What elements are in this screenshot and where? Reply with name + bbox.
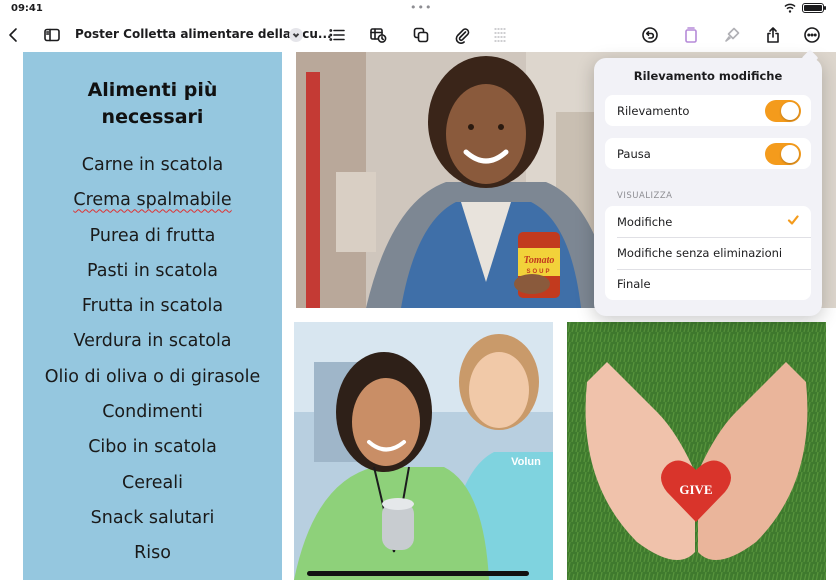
list-item: Verdura in scatola: [73, 331, 232, 352]
heart-text: GIVE: [679, 482, 712, 497]
format-button[interactable]: [680, 24, 702, 46]
insert-table-button[interactable]: [367, 24, 389, 46]
title-menu-button[interactable]: [289, 28, 303, 42]
chevron-down-icon: [292, 33, 300, 38]
track-changes-popover: Rilevamento modifiche Rilevamento Pausa …: [594, 58, 822, 316]
photo-volunteers[interactable]: Volun: [294, 322, 553, 580]
table-clock-icon: [370, 28, 387, 43]
share-icon: [767, 27, 779, 43]
status-icons: [784, 3, 826, 13]
more-button[interactable]: [801, 24, 823, 46]
shapes-icon: [413, 27, 429, 43]
list-item: Purea di frutta: [89, 225, 216, 246]
tracking-toggle[interactable]: [765, 99, 801, 122]
attach-button[interactable]: [451, 24, 473, 46]
popover-title: Rilevamento modifiche: [633, 69, 783, 83]
home-indicator[interactable]: [307, 571, 529, 576]
brush-button[interactable]: [721, 24, 743, 46]
list-item: Pasti in scatola: [86, 260, 219, 281]
pause-label: Pausa: [617, 146, 651, 161]
view-option-markup[interactable]: Modifiche: [605, 206, 811, 237]
toolbar: Poster Colletta alimentare della scu...: [0, 18, 836, 52]
view-option-final[interactable]: Finale: [605, 268, 811, 300]
list-item: Snack salutari: [90, 507, 215, 528]
list-item: Cibo in scatola: [88, 437, 217, 458]
insert-shape-button[interactable]: [410, 24, 432, 46]
misspelled-text[interactable]: Crema spalmabile: [73, 190, 231, 210]
sidebar-icon: [44, 28, 60, 42]
photo-hands-heart[interactable]: GIVE: [567, 322, 826, 580]
brush-icon: [725, 27, 740, 42]
list-item: Condimenti: [102, 402, 203, 423]
poster-title[interactable]: Alimenti più necessari: [23, 77, 282, 131]
chevron-left-icon: [9, 28, 17, 42]
undo-button[interactable]: [639, 24, 661, 46]
pause-toggle[interactable]: [765, 142, 801, 165]
status-bar: 09:41 •••: [0, 0, 836, 18]
list-button[interactable]: [326, 24, 348, 46]
can-label: Tomato: [524, 255, 555, 266]
view-section-label: VISUALIZZA: [617, 191, 673, 201]
tracking-row: Rilevamento: [605, 95, 811, 126]
list-icon: [329, 29, 345, 41]
share-button[interactable]: [762, 24, 784, 46]
shirt-text: Volun: [511, 456, 541, 468]
back-button[interactable]: [3, 24, 25, 46]
tracking-label: Rilevamento: [617, 103, 690, 118]
view-option-no-deletions[interactable]: Modifiche senza eliminazioni: [605, 237, 811, 268]
format-panel-icon: [685, 27, 697, 43]
undo-circle-icon: [642, 27, 658, 43]
paperclip-icon: [455, 28, 470, 44]
status-time: 09:41: [11, 3, 43, 14]
list-item: Crema spalmabile: [23, 183, 282, 218]
multitasking-dots[interactable]: •••: [410, 1, 432, 14]
list-item: Riso: [134, 543, 171, 564]
food-list[interactable]: Carne in scatola Crema spalmabile Purea …: [23, 148, 282, 572]
list-item: Olio di oliva o di girasole: [44, 366, 261, 387]
view-options: Modifiche Modifiche senza eliminazioni F…: [605, 206, 811, 300]
pause-row: Pausa: [605, 138, 811, 169]
wifi-icon: [784, 3, 796, 13]
list-item: Carne in scatola: [81, 155, 224, 175]
dot-grid-icon: [494, 28, 508, 42]
battery-icon: [802, 3, 826, 13]
list-item: Frutta in scatola: [81, 296, 224, 317]
sidebar-button[interactable]: [41, 24, 63, 46]
ellipsis-circle-icon: [804, 27, 820, 43]
grid-button[interactable]: [490, 24, 512, 46]
list-item: Cereali: [121, 472, 183, 493]
checkmark-icon: [787, 214, 799, 229]
